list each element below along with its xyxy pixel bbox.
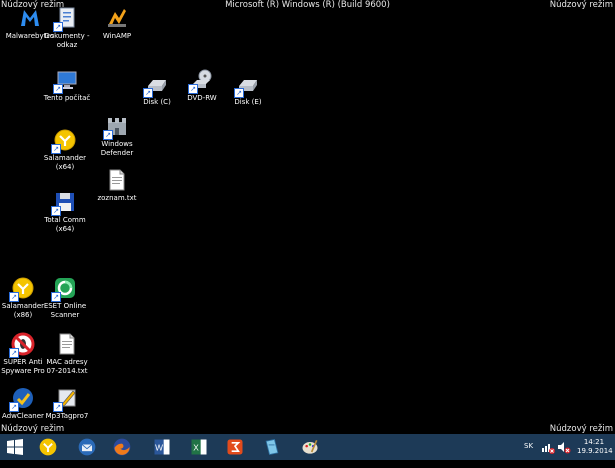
- drive-icon: ↗: [143, 72, 169, 98]
- word-icon: W: [154, 439, 170, 455]
- desktop-icon-tento-pocitac[interactable]: ↗ Tento počítač: [41, 68, 93, 103]
- paint-palette-icon: [302, 440, 318, 454]
- eset-icon: ↗: [51, 276, 77, 302]
- desktop-icon-dokumenty[interactable]: ↗ Dokumenty - odkaz: [41, 6, 93, 50]
- dvd-drive-icon: ↗: [188, 68, 214, 94]
- shortcut-arrow-icon: ↗: [53, 84, 63, 94]
- desktop-icon-mp3tagpro[interactable]: ↗ Mp3Tagpro7: [41, 386, 93, 421]
- shortcut-arrow-icon: ↗: [103, 130, 113, 140]
- drive-icon: ↗: [234, 72, 260, 98]
- no-bug-icon: ↗: [9, 332, 35, 358]
- text-file-icon: [105, 168, 129, 192]
- desktop-icon-dvd-rw[interactable]: ↗ DVD-RW: [176, 68, 228, 103]
- desktop-icon-label: Dokumenty - odkaz: [44, 32, 90, 49]
- language-indicator[interactable]: SK: [524, 442, 533, 468]
- computer-icon: ↗: [53, 68, 79, 94]
- document-shortcut-icon: ↗: [53, 6, 79, 32]
- desktop-icon-mac-adresy[interactable]: MAC adresy 07-2014.txt: [41, 332, 93, 376]
- desktop-icon-label: Disk (E): [234, 98, 262, 106]
- shortcut-arrow-icon: ↗: [9, 348, 19, 358]
- salamander-icon: ↗: [51, 128, 77, 154]
- desktop-icon-label: Windows Defender: [100, 140, 134, 157]
- winamp-icon: [105, 6, 129, 30]
- desktop-icon-label: MAC adresy 07-2014.txt: [46, 358, 88, 375]
- safe-mode-label-top-right: Núdzový režim: [549, 0, 613, 10]
- taskbar-salamander-button[interactable]: [38, 437, 58, 457]
- malwarebytes-icon: [18, 6, 42, 30]
- safe-mode-label-bottom-right: Núdzový režim: [549, 424, 613, 434]
- desktop-icon-disk-e[interactable]: ↗ Disk (E): [222, 72, 274, 107]
- desktop-icon-windows-defender[interactable]: ↗ Windows Defender: [91, 114, 143, 158]
- taskbar: W X SK 14:21 19.9.2014: [0, 434, 615, 460]
- desktop-icon-salamander-x64[interactable]: ↗ Salamander (x64): [39, 128, 91, 172]
- shortcut-arrow-icon: ↗: [53, 22, 63, 32]
- shortcut-arrow-icon: ↗: [234, 88, 244, 98]
- taskbar-excel-button[interactable]: X: [189, 437, 209, 457]
- desktop-icon-label: DVD-RW: [187, 94, 217, 102]
- desktop-icon-total-comm[interactable]: ↗ Total Comm (x64): [39, 190, 91, 234]
- shortcut-arrow-icon: ↗: [143, 88, 153, 98]
- burning-app-icon: [227, 439, 243, 455]
- shortcut-arrow-icon: ↗: [51, 206, 61, 216]
- firefox-icon: [113, 438, 131, 456]
- text-file-icon: [55, 332, 79, 356]
- salamander-icon: ↗: [9, 276, 35, 302]
- thunderbird-icon: [78, 438, 96, 456]
- clock[interactable]: 14:21 19.9.2014: [577, 438, 613, 464]
- start-button[interactable]: [5, 437, 25, 457]
- desktop-icon-label: zoznam.txt: [97, 194, 137, 202]
- shortcut-arrow-icon: ↗: [53, 402, 63, 412]
- desktop-icon-zoznam[interactable]: zoznam.txt: [91, 168, 143, 203]
- desktop-icon-label: WinAMP: [102, 32, 132, 40]
- excel-icon: X: [191, 439, 207, 455]
- svg-text:W: W: [155, 442, 163, 452]
- taskbar-paint-button[interactable]: [300, 437, 320, 457]
- desktop-icon-label: Mp3Tagpro7: [45, 412, 89, 420]
- volume-muted-icon[interactable]: [557, 439, 571, 454]
- shortcut-arrow-icon: ↗: [9, 292, 19, 302]
- safe-mode-label-bottom-left: Núdzový režim: [1, 424, 65, 434]
- windows-logo-icon: [7, 439, 23, 455]
- shortcut-arrow-icon: ↗: [188, 84, 198, 94]
- taskbar-nero-button[interactable]: [225, 437, 245, 457]
- svg-text:X: X: [193, 442, 199, 452]
- shortcut-arrow-icon: ↗: [51, 292, 61, 302]
- desktop-icon-winamp[interactable]: WinAMP: [91, 6, 143, 41]
- desktop-icon-label: Total Comm (x64): [44, 216, 86, 233]
- desktop-icon-eset[interactable]: ↗ ESET Online Scanner: [39, 276, 91, 320]
- desktop-icon-label: Salamander (x64): [43, 154, 87, 171]
- taskbar-firefox-button[interactable]: [112, 437, 132, 457]
- shortcut-arrow-icon: ↗: [9, 402, 19, 412]
- taskbar-documents-button[interactable]: [262, 437, 282, 457]
- document-edit-icon: [265, 439, 279, 455]
- shortcut-arrow-icon: ↗: [51, 144, 61, 154]
- clock-time: 14:21: [583, 438, 605, 446]
- tag-pen-icon: ↗: [53, 386, 79, 412]
- taskbar-word-button[interactable]: W: [152, 437, 172, 457]
- clock-date: 19.9.2014: [577, 447, 613, 455]
- salamander-icon: [39, 438, 57, 456]
- network-status-icon[interactable]: [541, 439, 555, 454]
- desktop-icon-label: Tento počítač: [43, 94, 91, 102]
- floppy-disk-icon: ↗: [51, 190, 77, 216]
- castle-icon: ↗: [103, 114, 129, 140]
- adwcleaner-icon: ↗: [9, 386, 35, 412]
- taskbar-thunderbird-button[interactable]: [77, 437, 97, 457]
- desktop-icon-label: ESET Online Scanner: [43, 302, 87, 319]
